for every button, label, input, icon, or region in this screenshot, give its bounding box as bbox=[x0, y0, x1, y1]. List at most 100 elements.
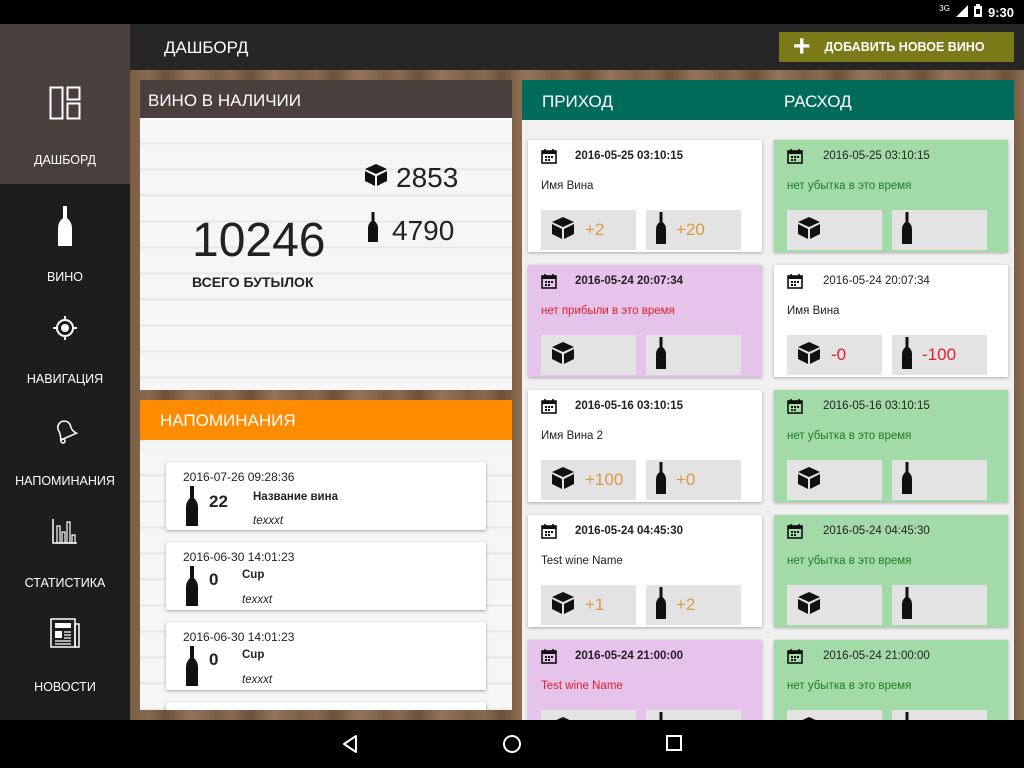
app-bar: ДАШБОРД + ДОБАВИТЬ НОВОЕ ВИНО bbox=[130, 24, 1024, 70]
reminders-list[interactable]: 2016-07-26 09:28:36 22 Название вина tex… bbox=[140, 452, 512, 710]
flow-bottle-cell bbox=[646, 335, 741, 375]
reminder-item[interactable]: 2016-06-30 14:01:23 0 Cup texxxt bbox=[166, 622, 486, 690]
flow-date: 2016-05-24 04:45:30 bbox=[575, 525, 684, 537]
bottle-icon bbox=[656, 336, 666, 374]
income-card[interactable]: 2016-05-24 21:00:00 Test wine Name bbox=[528, 640, 762, 720]
reminder-date: 2016-07-26 09:28:36 bbox=[183, 470, 295, 484]
reminder-item[interactable]: 2016-06-30 14:01:23 0 Cup texxxt bbox=[166, 542, 486, 610]
flow-box-cell bbox=[541, 335, 636, 375]
flow-date: 2016-05-25 03:10:15 bbox=[575, 150, 684, 162]
flow-box-cell: +100 bbox=[541, 460, 636, 500]
flow-bottle-value: +0 bbox=[676, 470, 696, 489]
flow-box-cell bbox=[787, 460, 882, 500]
flow-box-cell bbox=[787, 710, 882, 720]
bottles-count: 4790 bbox=[392, 214, 455, 246]
box-icon bbox=[797, 216, 821, 245]
boxes-stat: 2853 bbox=[364, 162, 458, 194]
bottle-icon bbox=[902, 211, 912, 249]
recents-icon[interactable] bbox=[665, 734, 683, 757]
sidebar-item-label: СТАТИСТИКА bbox=[24, 576, 106, 590]
add-new-wine-button[interactable]: + ДОБАВИТЬ НОВОЕ ВИНО bbox=[779, 32, 1014, 62]
flow-bottle-cell: +2 bbox=[646, 585, 741, 625]
add-new-wine-label: ДОБАВИТЬ НОВОЕ ВИНО bbox=[824, 40, 985, 54]
stock-panel: ВИНО В НАЛИЧИИ 10246 ВСЕГО БУТЫЛОК 2853 … bbox=[140, 80, 512, 390]
battery-icon bbox=[973, 4, 982, 20]
reminder-item[interactable]: 2016-07-26 09:28:36 22 Название вина tex… bbox=[166, 462, 486, 530]
flow-date: 2016-05-24 04:45:30 bbox=[823, 525, 930, 537]
sidebar-item-label: ВИНО bbox=[46, 270, 84, 284]
bottle-icon bbox=[656, 586, 666, 624]
bottle-icon bbox=[186, 486, 198, 531]
expense-card[interactable]: 2016-05-24 21:00:00 нет убытка в это врем… bbox=[774, 640, 1008, 720]
reminder-wine-name: Название вина bbox=[253, 491, 338, 503]
bottle-icon bbox=[186, 646, 198, 691]
flow-box-value: -0 bbox=[831, 345, 847, 364]
bell-icon bbox=[0, 418, 130, 444]
sidebar-item-wine[interactable]: ВИНО bbox=[0, 184, 130, 286]
flow-bottle-cell bbox=[646, 710, 741, 720]
flow-bottle-cell bbox=[892, 710, 987, 720]
flow-bottle-cell: -100 bbox=[892, 335, 987, 375]
sidebar-item-label: НАВИГАЦИЯ bbox=[26, 372, 104, 386]
box-icon bbox=[797, 466, 821, 495]
flow-list[interactable]: 2016-05-25 03:10:15 Имя Вина +2 +20 2016-05-… bbox=[522, 130, 1014, 720]
expense-card[interactable]: 2016-05-24 04:45:30 нет убытка в это врем… bbox=[774, 515, 1008, 627]
flow-wine-name: нет убытка в это время bbox=[787, 430, 912, 442]
flow-wine-name: Test wine Name bbox=[541, 680, 623, 692]
flow-box-value: +1 bbox=[585, 595, 605, 614]
reminder-quantity: 22 bbox=[209, 492, 228, 511]
sidebar-item-label: ДАШБОРД bbox=[33, 153, 96, 167]
box-icon bbox=[797, 591, 821, 620]
sidebar-item-navigation[interactable]: НАВИГАЦИЯ bbox=[0, 286, 130, 388]
box-icon bbox=[364, 162, 388, 194]
reminder-date: 2016-06-30 14:01:23 bbox=[183, 630, 295, 644]
calendar-icon bbox=[541, 273, 557, 294]
system-nav-bar bbox=[0, 720, 1024, 768]
expense-card[interactable]: 2016-05-16 03:10:15 нет убытка в это врем… bbox=[774, 390, 1008, 502]
back-icon[interactable] bbox=[340, 734, 360, 759]
calendar-icon bbox=[787, 148, 803, 169]
dashboard-icon bbox=[0, 86, 130, 120]
reminder-wine-name: Cup bbox=[242, 569, 265, 581]
home-icon[interactable] bbox=[502, 734, 522, 759]
flow-box-cell bbox=[541, 710, 636, 720]
reminder-wine-name: Cup bbox=[242, 649, 265, 661]
box-icon bbox=[551, 341, 575, 370]
expense-header: РАСХОД bbox=[784, 92, 852, 111]
sidebar-item-news[interactable]: НОВОСТИ bbox=[0, 592, 130, 694]
income-card[interactable]: 2016-05-16 03:10:15 Имя Вина 2 +100 +0 bbox=[528, 390, 762, 502]
flow-date: 2016-05-24 20:07:34 bbox=[823, 275, 930, 287]
clock: 9:30 bbox=[987, 4, 1014, 20]
flow-box-cell bbox=[787, 585, 882, 625]
calendar-icon bbox=[541, 648, 557, 669]
expense-card[interactable]: 2016-05-24 20:07:34 Имя Вина -0 -100 bbox=[774, 265, 1008, 377]
sidebar-item-reminders[interactable]: НАПОМИНАНИЯ bbox=[0, 388, 130, 490]
income-card[interactable]: 2016-05-24 04:45:30 Test wine Name +1 +2 bbox=[528, 515, 762, 627]
sidebar: ДАШБОРД ВИНО НАВИГАЦИЯ НАПОМИНАНИЯ СТАТИ… bbox=[0, 24, 130, 720]
reminder-note: texxxt bbox=[242, 594, 273, 606]
sidebar-item-dashboard[interactable]: ДАШБОРД bbox=[0, 24, 130, 184]
income-card[interactable]: 2016-05-24 20:07:34 нет прибыли в это вре… bbox=[528, 265, 762, 377]
total-bottles-label: ВСЕГО БУТЫЛОК bbox=[192, 274, 314, 290]
reminder-date: 2016-06-30 14:01:23 bbox=[183, 550, 295, 564]
flow-date: 2016-05-16 03:10:15 bbox=[575, 400, 684, 412]
calendar-icon bbox=[787, 523, 803, 544]
flow-wine-name: нет убытка в это время bbox=[787, 180, 912, 192]
flow-wine-name: Test wine Name bbox=[541, 555, 623, 567]
bottle-icon bbox=[902, 461, 912, 499]
flow-bottle-value: +20 bbox=[676, 220, 705, 239]
calendar-icon bbox=[787, 273, 803, 294]
flow-date: 2016-05-16 03:10:15 bbox=[823, 400, 930, 412]
sidebar-item-statistics[interactable]: СТАТИСТИКА bbox=[0, 490, 130, 592]
flow-wine-name: Имя Вина bbox=[541, 180, 594, 192]
bar-chart-icon bbox=[0, 518, 130, 544]
flow-date: 2016-05-24 21:00:00 bbox=[823, 650, 930, 662]
bottle-icon bbox=[364, 212, 384, 249]
bottle-icon bbox=[902, 336, 912, 374]
flow-bottle-value: -100 bbox=[922, 345, 957, 364]
flow-bottle-cell: +0 bbox=[646, 460, 741, 500]
status-bar: 3G 9:30 bbox=[0, 0, 1024, 24]
income-card[interactable]: 2016-05-25 03:10:15 Имя Вина +2 +20 bbox=[528, 140, 762, 252]
expense-card[interactable]: 2016-05-25 03:10:15 нет убытка в это врем… bbox=[774, 140, 1008, 252]
reminder-item[interactable] bbox=[166, 702, 486, 710]
